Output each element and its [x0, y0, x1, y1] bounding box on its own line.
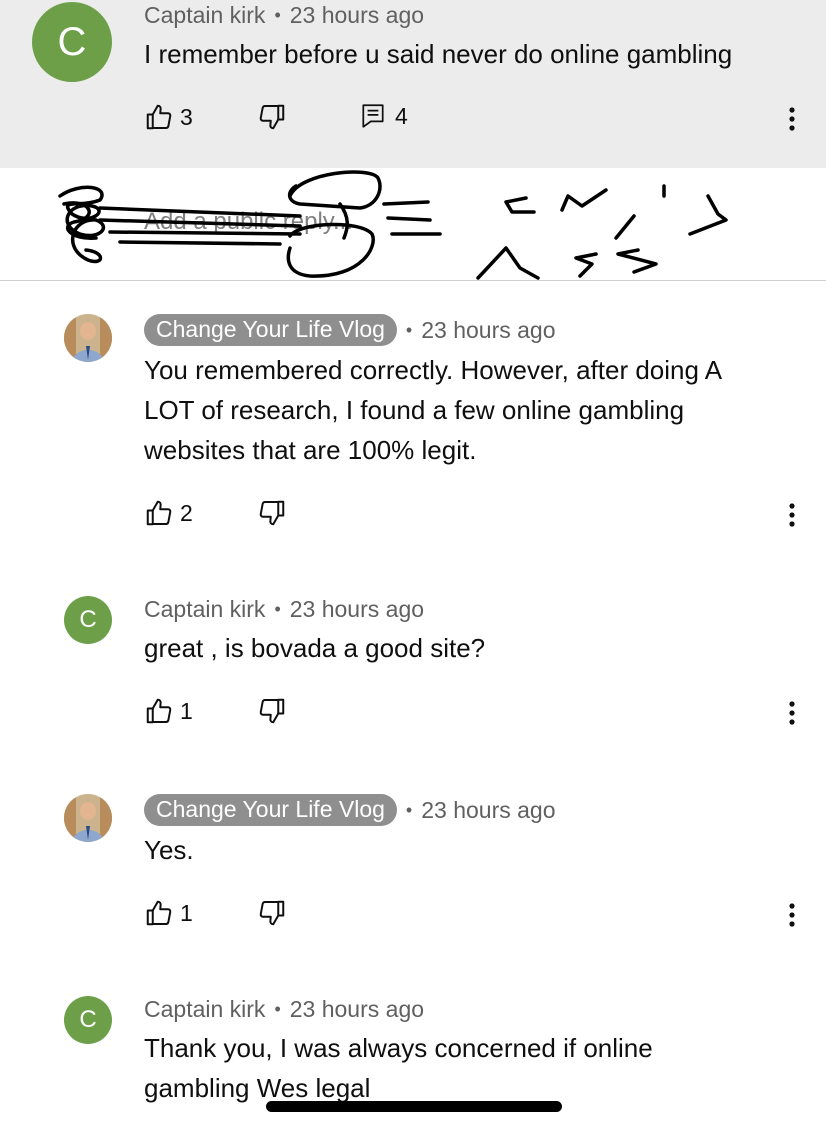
- like-count: 2: [180, 499, 193, 526]
- reply-actions: 2: [144, 498, 804, 532]
- timestamp: 23 hours ago: [421, 796, 556, 823]
- reply-text: great , is bovada a good site?: [144, 633, 486, 663]
- author-name[interactable]: Captain kirk: [144, 2, 265, 29]
- dislike-button[interactable]: [257, 498, 287, 528]
- reply-text: Thank you, I was always concerned if onl…: [144, 1033, 653, 1103]
- reply-box[interactable]: Add a public reply...: [0, 168, 826, 281]
- thumb-up-icon: [146, 698, 172, 724]
- reply-button[interactable]: 4: [360, 102, 408, 130]
- reply-meta: Change Your Life Vlog • 23 hours ago: [144, 314, 556, 346]
- dislike-button[interactable]: [257, 102, 287, 132]
- reply-icon: [362, 104, 384, 128]
- thumb-up-icon: [146, 500, 172, 526]
- timestamp: 23 hours ago: [289, 2, 425, 28]
- author-name[interactable]: Captain kirk: [144, 996, 265, 1023]
- like-count: 1: [180, 899, 193, 926]
- dislike-button[interactable]: [257, 696, 287, 726]
- like-button[interactable]: 1: [144, 898, 193, 928]
- more-options-button[interactable]: [778, 898, 806, 932]
- like-button[interactable]: 2: [144, 498, 193, 528]
- more-vert-icon: [789, 701, 795, 725]
- thumb-down-icon: [259, 500, 285, 526]
- avatar[interactable]: C: [64, 996, 112, 1044]
- avatar[interactable]: C: [32, 2, 112, 82]
- reply-text: You remembered correctly. However, after…: [144, 355, 721, 465]
- reply-meta: Captain kirk • 23 hours ago: [144, 996, 425, 1023]
- thumb-up-icon: [146, 104, 172, 130]
- more-options-button[interactable]: [778, 696, 806, 730]
- reply-text: Yes.: [144, 835, 194, 865]
- top-comment: C Captain kirk • 23 hours ago I remember…: [0, 0, 826, 168]
- like-count: 1: [180, 697, 193, 724]
- reply-actions: 1: [144, 696, 804, 730]
- profile-photo: [64, 314, 112, 362]
- avatar[interactable]: [64, 794, 112, 842]
- timestamp: 23 hours ago: [289, 996, 425, 1022]
- profile-photo: [64, 794, 112, 842]
- comment-meta: Captain kirk • 23 hours ago: [144, 2, 425, 29]
- scribble-overlay: [58, 170, 728, 280]
- thumb-down-icon: [259, 698, 285, 724]
- more-options-button[interactable]: [778, 498, 806, 532]
- thumb-up-icon: [146, 900, 172, 926]
- more-vert-icon: [789, 107, 795, 131]
- more-options-button[interactable]: [778, 102, 806, 136]
- thumb-down-icon: [259, 104, 285, 130]
- timestamp: 23 hours ago: [421, 316, 556, 343]
- reply-meta: Change Your Life Vlog • 23 hours ago: [144, 794, 556, 826]
- like-count: 3: [180, 103, 193, 130]
- reply-count: 4: [395, 102, 408, 129]
- comment-actions: 3 4: [144, 102, 804, 136]
- home-indicator[interactable]: [266, 1101, 562, 1112]
- like-button[interactable]: 3: [144, 102, 193, 132]
- reply-meta: Captain kirk • 23 hours ago: [144, 596, 425, 623]
- more-vert-icon: [789, 903, 795, 927]
- avatar[interactable]: [64, 314, 112, 362]
- dislike-button[interactable]: [257, 898, 287, 928]
- comment-text: I remember before u said never do online…: [144, 39, 733, 69]
- author-name[interactable]: Captain kirk: [144, 596, 265, 623]
- author-badge[interactable]: Change Your Life Vlog: [144, 314, 397, 346]
- more-vert-icon: [789, 503, 795, 527]
- avatar[interactable]: C: [64, 596, 112, 644]
- reply-actions: 1: [144, 898, 804, 932]
- like-button[interactable]: 1: [144, 696, 193, 726]
- timestamp: 23 hours ago: [289, 596, 425, 622]
- thumb-down-icon: [259, 900, 285, 926]
- author-badge[interactable]: Change Your Life Vlog: [144, 794, 397, 826]
